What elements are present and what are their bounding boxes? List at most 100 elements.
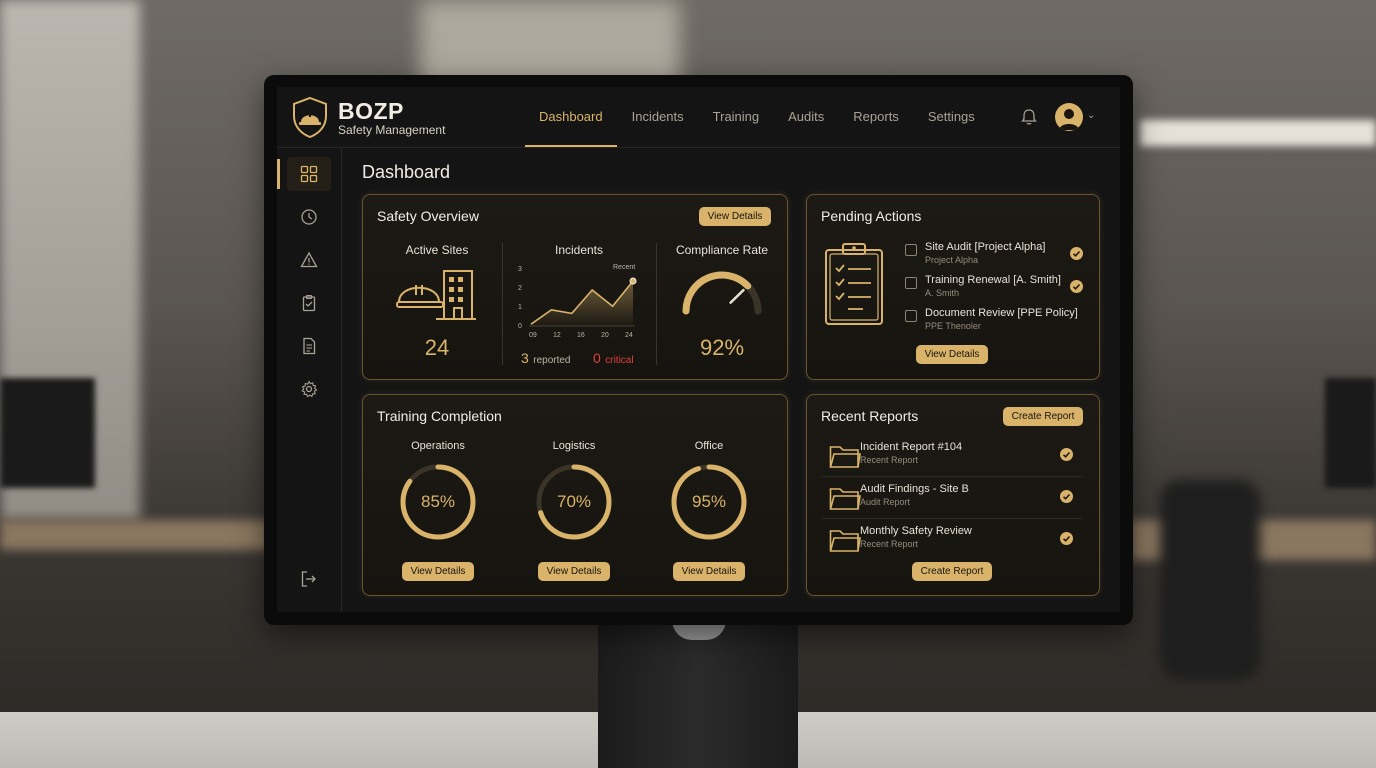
divider <box>656 243 657 365</box>
report-subtitle: Recent Report <box>860 455 919 465</box>
compliance-gauge <box>682 271 762 315</box>
check-circle-icon <box>1070 280 1083 293</box>
folder-icon <box>829 446 861 468</box>
sidebar-item-dashboard[interactable] <box>277 157 331 191</box>
card-title: Recent Reports <box>821 408 919 424</box>
view-details-button[interactable]: View Details <box>699 207 771 226</box>
gear-icon <box>301 380 318 398</box>
sidebar-item-reports[interactable] <box>287 329 331 363</box>
folder-icon <box>829 530 861 552</box>
checkbox[interactable] <box>905 310 917 322</box>
view-details-button[interactable]: View Details <box>402 562 474 581</box>
report-subtitle: Recent Report <box>860 539 919 549</box>
page-title: Dashboard <box>362 162 451 182</box>
x-tick: 16 <box>577 332 585 339</box>
folder-icon <box>829 488 861 510</box>
sidebar-item-audits[interactable] <box>287 286 331 320</box>
incidents-recent-point <box>629 277 637 285</box>
training-completion-card: Training Completion Operations 85% View … <box>362 394 788 596</box>
training-group-label: Logistics <box>552 440 596 452</box>
sidebar-item-settings[interactable] <box>287 372 331 406</box>
incidents-area <box>531 281 633 326</box>
chevron-down-icon[interactable]: ⌄ <box>1087 110 1095 121</box>
monitor: BOZP Safety Management Dashboard Inciden… <box>264 75 1133 625</box>
bell-icon[interactable] <box>1019 107 1039 127</box>
training-group-label: Operations <box>411 440 465 452</box>
nav-training[interactable]: Training <box>699 87 773 145</box>
clipboard-checklist-icon <box>825 243 883 325</box>
nav-dashboard[interactable]: Dashboard <box>525 87 617 147</box>
report-row[interactable]: Monthly Safety Review Recent Report <box>821 519 1083 560</box>
sidebar-item-logout[interactable] <box>287 562 331 596</box>
nav-incidents[interactable]: Incidents <box>618 87 698 145</box>
compliance-label: Compliance Rate <box>675 243 769 257</box>
x-tick: 20 <box>601 332 609 339</box>
x-tick: 24 <box>625 332 633 339</box>
reported-label: reported <box>533 355 571 366</box>
view-details-button[interactable]: View Details <box>673 562 745 581</box>
reported-count: 3 <box>521 350 529 366</box>
check-circle-icon <box>1060 532 1073 545</box>
compliance-value: 92% <box>699 335 745 360</box>
y-tick: 0 <box>518 323 522 330</box>
checkbox[interactable] <box>905 277 917 289</box>
incidents-critical: 0 critical <box>593 350 634 368</box>
action-title: Training Renewal [A. Smith] <box>925 274 1061 286</box>
x-tick: 12 <box>553 332 561 339</box>
warning-triangle-icon <box>300 251 318 268</box>
training-group-value: 85% <box>420 492 456 511</box>
critical-count: 0 <box>593 350 601 366</box>
user-avatar[interactable] <box>1055 103 1083 131</box>
check-circle-icon <box>1070 247 1083 260</box>
nav-reports[interactable]: Reports <box>839 87 913 145</box>
action-subtitle: PPE Thenoler <box>925 321 981 331</box>
checkbox[interactable] <box>905 244 917 256</box>
report-title: Incident Report #104 <box>860 441 963 453</box>
shield-helmet-logo-icon <box>293 96 327 138</box>
report-row[interactable]: Incident Report #104 Recent Report <box>821 435 1083 477</box>
nav-audits[interactable]: Audits <box>774 87 838 145</box>
create-report-button[interactable]: Create Report <box>1003 407 1083 426</box>
action-title: Site Audit [Project Alpha] <box>925 241 1046 253</box>
check-circle-icon <box>1060 448 1073 461</box>
view-details-button[interactable]: View Details <box>538 562 610 581</box>
active-sites-value: 24 <box>424 335 450 360</box>
report-title: Monthly Safety Review <box>860 525 972 537</box>
incidents-label: Incidents <box>554 243 604 257</box>
action-subtitle: Project Alpha <box>925 255 979 265</box>
recent-reports-card: Recent Reports Create Report Incident Re… <box>806 394 1100 596</box>
view-details-button[interactable]: View Details <box>916 345 988 364</box>
brand-name: BOZP <box>338 98 404 124</box>
y-tick: 3 <box>518 266 522 273</box>
y-tick: 2 <box>518 285 522 292</box>
action-title: Document Review [PPE Policy] <box>925 307 1078 319</box>
gauge-fill <box>682 271 752 315</box>
app-screen: BOZP Safety Management Dashboard Inciden… <box>277 87 1120 612</box>
gauge-needle <box>729 288 745 304</box>
training-group-value: 95% <box>691 492 727 511</box>
gauge-track <box>682 271 762 315</box>
main-nav: Dashboard Incidents Training Audits Repo… <box>525 87 990 147</box>
divider <box>502 243 503 365</box>
incidents-line-chart <box>529 277 637 327</box>
sidebar-item-incidents[interactable] <box>287 243 331 277</box>
grid-icon <box>300 165 318 183</box>
report-subtitle: Audit Report <box>860 497 911 507</box>
training-group-label: Office <box>694 440 724 452</box>
report-row[interactable]: Audit Findings - Site B Audit Report <box>821 477 1083 519</box>
create-report-button[interactable]: Create Report <box>912 562 992 581</box>
sidebar-item-history[interactable] <box>287 200 331 234</box>
pending-actions-card: Pending Actions Site Audit [Project Alph… <box>806 194 1100 380</box>
x-tick: 09 <box>529 332 537 339</box>
training-group-value: 70% <box>556 492 592 511</box>
check-circle-icon <box>1060 490 1073 503</box>
active-sites-label: Active Sites <box>405 243 469 257</box>
card-title: Safety Overview <box>377 208 479 224</box>
nav-settings[interactable]: Settings <box>914 87 989 145</box>
y-tick: 1 <box>518 304 522 311</box>
report-title: Audit Findings - Site B <box>860 483 969 495</box>
clock-history-icon <box>301 209 317 225</box>
document-icon <box>303 337 316 355</box>
card-title: Pending Actions <box>821 208 922 224</box>
brand-subtitle: Safety Management <box>338 123 446 137</box>
